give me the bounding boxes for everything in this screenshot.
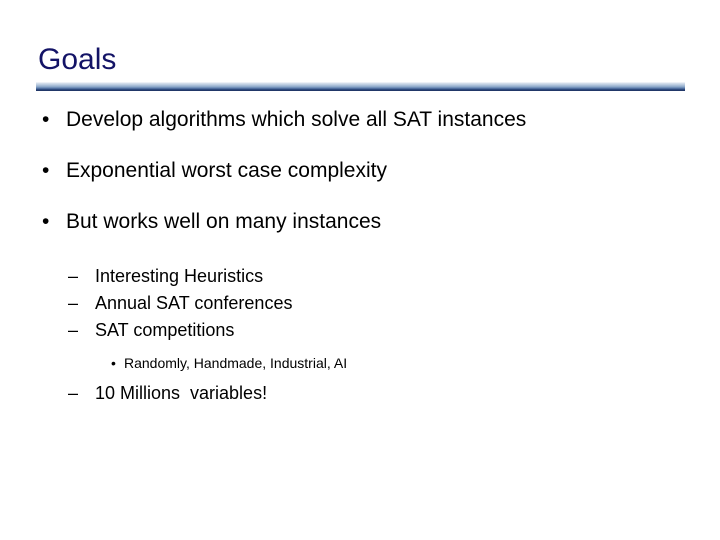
sub-bullet-interesting-heuristics: – Interesting Heuristics xyxy=(0,263,720,290)
dash-marker-icon: – xyxy=(68,383,79,403)
sub-bullet-text: SAT competitions xyxy=(95,320,235,340)
dash-marker-icon: – xyxy=(68,320,79,340)
sub-bullet-ten-millions-variables: – 10 Millions variables! xyxy=(0,380,720,407)
sub-sub-bullet-text: Randomly, Handmade, Industrial, AI xyxy=(124,355,348,371)
bullet-marker-icon: • xyxy=(42,159,50,182)
slide-body: • Develop algorithms which solve all SAT… xyxy=(0,104,720,407)
bullet-marker-icon: • xyxy=(42,108,50,131)
sub-sub-bullet-instance-types: • Randomly, Handmade, Industrial, AI xyxy=(0,352,720,374)
page-title: Goals xyxy=(38,43,117,76)
sub-bullet-annual-sat-conferences: – Annual SAT conferences xyxy=(0,290,720,317)
title-divider xyxy=(36,82,685,91)
bullet-item-develop-algorithms: • Develop algorithms which solve all SAT… xyxy=(0,104,626,135)
bullet-text: But works well on many instances xyxy=(66,210,382,233)
bullet-item-works-well: • But works well on many instances xyxy=(0,206,626,237)
sub-bullet-text: Interesting Heuristics xyxy=(95,266,264,286)
sub-bullet-text: 10 Millions variables! xyxy=(95,383,268,403)
bullet-marker-icon: • xyxy=(111,355,116,371)
bullet-item-exponential-complexity: • Exponential worst case complexity xyxy=(0,155,626,186)
bullet-marker-icon: • xyxy=(42,210,50,233)
sub-bullet-group: – Interesting Heuristics – Annual SAT co… xyxy=(0,263,720,407)
bullet-text: Exponential worst case complexity xyxy=(66,159,387,182)
slide: Goals • Develop algorithms which solve a… xyxy=(0,0,720,540)
dash-marker-icon: – xyxy=(68,293,79,313)
dash-marker-icon: – xyxy=(68,266,79,286)
sub-bullet-sat-competitions: – SAT competitions xyxy=(0,317,720,344)
sub-bullet-text: Annual SAT conferences xyxy=(95,293,293,313)
bullet-text: Develop algorithms which solve all SAT i… xyxy=(66,108,527,131)
